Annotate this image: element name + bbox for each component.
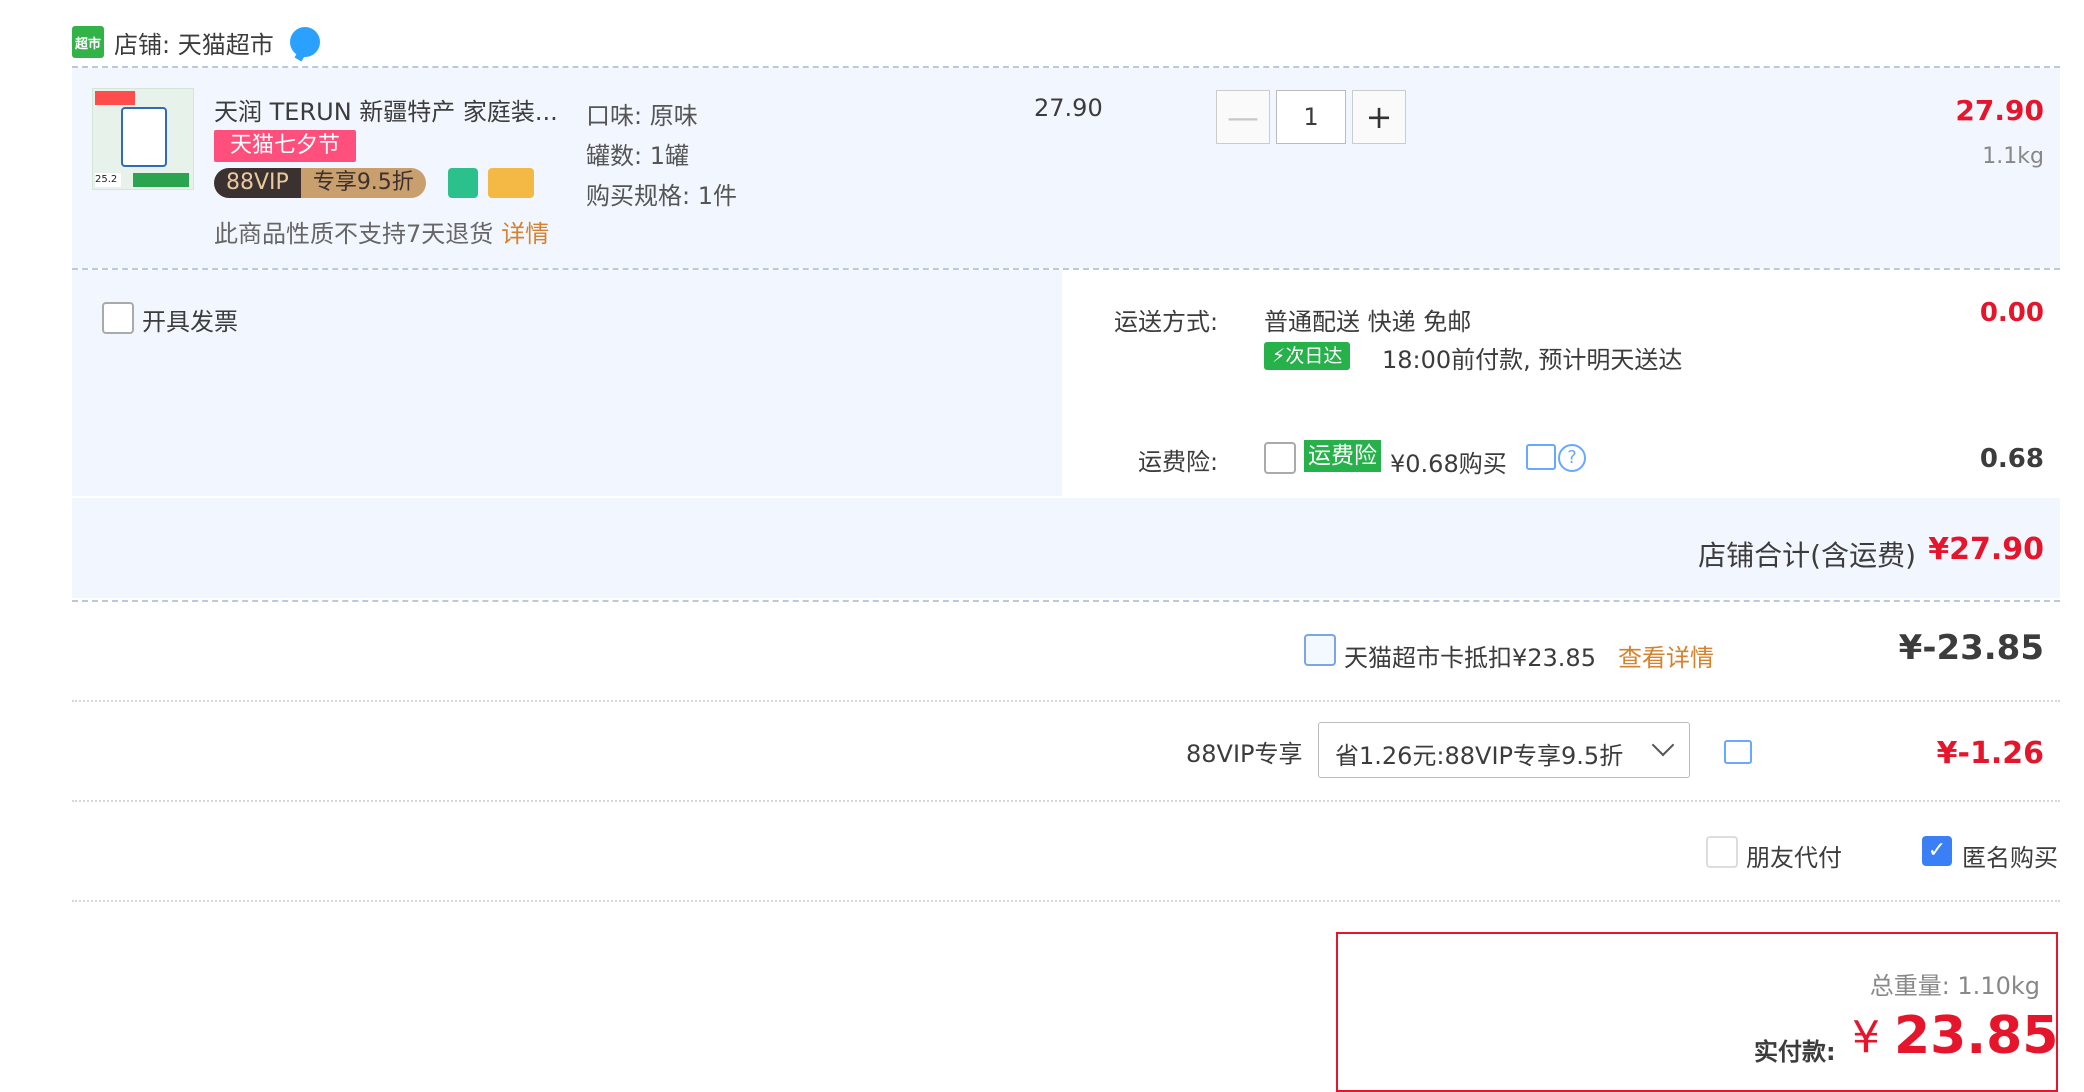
shipping-divider bbox=[1065, 404, 2060, 406]
card-discount-checkbox[interactable] bbox=[1304, 634, 1336, 666]
vip-select-value: 省1.26元:88VIP专享9.5折 bbox=[1335, 742, 1624, 770]
vip-discount-select[interactable]: 省1.26元:88VIP专享9.5折 bbox=[1318, 722, 1690, 778]
shop-name[interactable]: 店铺: 天猫超市 bbox=[114, 25, 274, 60]
pay-amount-value: 23.85 bbox=[1894, 1006, 2059, 1066]
shipping-label: 运送方式: bbox=[1114, 308, 1219, 336]
shipping-fee: 0.00 bbox=[1979, 298, 2044, 328]
attr-spec: 购买规格: 1件 bbox=[586, 182, 737, 210]
insurance-fee: 0.68 bbox=[1979, 444, 2044, 474]
attr-cans: 罐数: 1罐 bbox=[586, 142, 689, 170]
quantity-decrease-button[interactable]: — bbox=[1216, 90, 1270, 144]
vip-badge-right: 专享9.5折 bbox=[300, 168, 426, 198]
friend-pay-label[interactable]: 朋友代付 bbox=[1746, 838, 1842, 873]
attr-flavor: 口味: 原味 bbox=[586, 102, 698, 130]
options-divider bbox=[72, 900, 2060, 902]
unit-price: 27.90 bbox=[1034, 94, 1103, 122]
image-red-tag bbox=[95, 91, 135, 105]
product-image[interactable]: 25.2 bbox=[92, 88, 194, 190]
insurance-checkbox[interactable] bbox=[1264, 442, 1296, 474]
insurance-label: 运费险: bbox=[1138, 448, 1219, 476]
insurance-badge: 运费险 bbox=[1304, 440, 1381, 472]
chevron-down-icon bbox=[1651, 733, 1675, 757]
chat-icon[interactable] bbox=[289, 27, 320, 57]
vip-divider bbox=[72, 800, 2060, 802]
pay-amount-label: 实付款: bbox=[1754, 1038, 1836, 1066]
image-price: 25.2 bbox=[95, 173, 121, 187]
card-discount-label[interactable]: 天猫超市卡抵扣¥23.85 bbox=[1344, 638, 1596, 673]
card-discount-value: ¥-23.85 bbox=[1898, 628, 2044, 668]
item-weight: 1.1kg bbox=[1982, 144, 2044, 169]
anonymous-checkbox[interactable]: ✓ bbox=[1922, 836, 1952, 866]
card-badge-icon bbox=[488, 168, 534, 198]
lightning-icon: ⚡ bbox=[1272, 345, 1286, 367]
product-package-icon bbox=[121, 107, 167, 167]
anonymous-label[interactable]: 匿名购买 bbox=[1962, 838, 2058, 873]
vip-badge: 88VIP 专享9.5折 bbox=[214, 168, 426, 198]
service-badge-icon bbox=[448, 168, 478, 198]
vip-discount-value: ¥-1.26 bbox=[1936, 736, 2044, 771]
quantity-stepper: — 1 + bbox=[1216, 90, 1406, 144]
card-details-link[interactable]: 查看详情 bbox=[1618, 638, 1714, 673]
next-day-badge: ⚡次日达 bbox=[1264, 342, 1351, 370]
invoice-label[interactable]: 开具发票 bbox=[142, 302, 238, 337]
card-divider bbox=[72, 700, 2060, 702]
column-divider bbox=[1063, 270, 1065, 496]
quantity-increase-button[interactable]: + bbox=[1352, 90, 1406, 144]
tmall-supermarket-logo-icon: 超市 bbox=[72, 26, 104, 58]
quantity-input[interactable]: 1 bbox=[1276, 90, 1346, 144]
total-weight: 总重量: 1.10kg bbox=[1869, 972, 2040, 1000]
return-details-link[interactable]: 详情 bbox=[501, 220, 549, 248]
shop-header: 超市 店铺: 天猫超市 bbox=[72, 20, 320, 64]
insurance-price: ¥0.68购买 bbox=[1390, 450, 1507, 478]
item-total-price: 27.90 bbox=[1955, 94, 2044, 127]
pay-currency: ¥ bbox=[1852, 1012, 1880, 1063]
chat-icon[interactable] bbox=[1526, 444, 1556, 470]
vip-discount-label: 88VIP专享 bbox=[1186, 740, 1303, 768]
shipping-method: 普通配送 快递 免邮 bbox=[1264, 308, 1472, 336]
image-green-strip bbox=[133, 173, 189, 187]
store-total-value: ¥27.90 bbox=[1928, 532, 2044, 567]
friend-pay-checkbox[interactable] bbox=[1706, 836, 1738, 868]
next-day-badge-text: 次日达 bbox=[1285, 345, 1343, 367]
store-total-label: 店铺合计(含运费) bbox=[1698, 539, 1916, 572]
promo-tag: 天猫七夕节 bbox=[214, 130, 357, 162]
store-total-divider bbox=[72, 600, 2060, 602]
vip-badge-left: 88VIP bbox=[214, 168, 301, 198]
product-title[interactable]: 天润 TERUN 新疆特产 家庭装... bbox=[214, 92, 558, 127]
return-policy-note: 此商品性质不支持7天退货 详情 bbox=[214, 214, 549, 249]
return-note-text: 此商品性质不支持7天退货 bbox=[214, 220, 494, 248]
delivery-eta: 18:00前付款, 预计明天送达 bbox=[1382, 346, 1683, 374]
invoice-checkbox[interactable] bbox=[102, 302, 134, 334]
chat-icon[interactable] bbox=[1724, 740, 1752, 764]
help-icon[interactable]: ? bbox=[1558, 444, 1586, 472]
